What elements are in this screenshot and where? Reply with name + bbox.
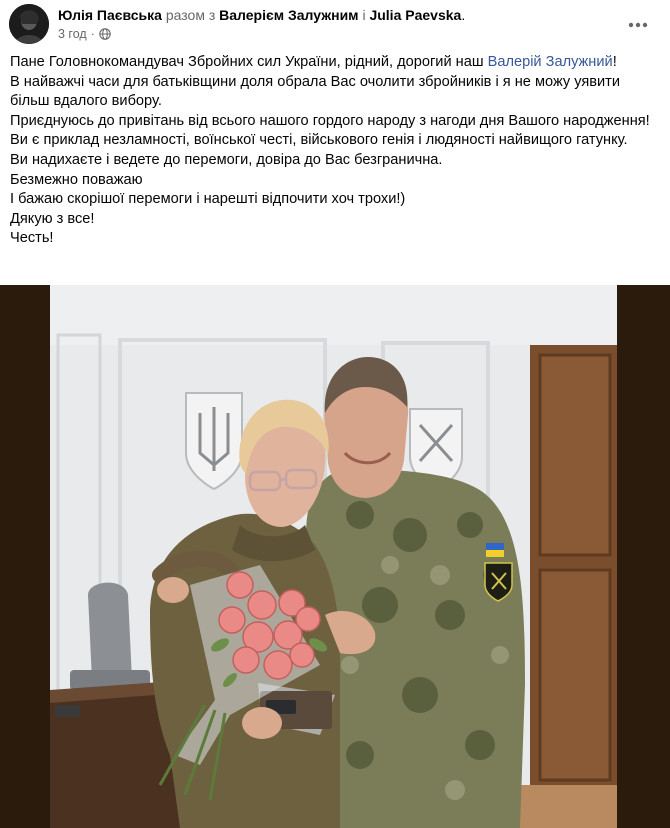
trident-emblem (185, 392, 243, 491)
post-line: В найважчі часи для батьківщини доля обр… (10, 73, 621, 110)
connector-text: разом з (165, 7, 216, 23)
post-line: Честь! (10, 230, 54, 247)
post-meta: 3 год · (58, 26, 111, 42)
post-line: Ви є приклад незламності, воїнської чест… (10, 132, 628, 149)
mention-link[interactable]: Валерій Залужний (488, 54, 613, 70)
meta-separator: · (90, 27, 95, 41)
author-avatar[interactable] (9, 4, 49, 44)
author-name[interactable]: Юлія Паєвська (58, 7, 162, 23)
tagged-person-1[interactable]: Валерієм Залужним (219, 7, 358, 23)
post-line: І бажаю скорішої перемоги і нарешті відп… (10, 191, 406, 208)
post-time[interactable]: 3 год (58, 26, 87, 42)
post-text: Пане Головнокомандувач Збройних сил Укра… (10, 53, 660, 249)
post-photo[interactable] (0, 285, 670, 828)
globe-icon[interactable] (99, 28, 111, 40)
author-line: Юлія Паєвська разом з Валерієм Залужним … (58, 6, 465, 24)
post-line: Приєднуюсь до привітань від всього нашог… (10, 112, 650, 129)
post-line: Ви надихаєте і ведете до перемоги, довір… (10, 151, 443, 168)
connector-and: і (362, 7, 366, 23)
tagged-person-2[interactable]: Julia Paevska (369, 7, 461, 23)
post-line: Безмежно поважаю (10, 171, 143, 188)
more-dots-icon (628, 15, 648, 33)
line-text-end: ! (612, 54, 617, 70)
line-text: Пане Головнокомандувач Збройних сил Укра… (10, 54, 488, 70)
post-header: Юлія Паєвська разом з Валерієм Залужним … (0, 0, 670, 48)
more-options-button[interactable] (626, 12, 650, 36)
post-line: Дякую з все! (10, 210, 95, 227)
period: . (461, 7, 466, 23)
post-line: Пане Головнокомандувач Збройних сил Укра… (10, 53, 660, 73)
